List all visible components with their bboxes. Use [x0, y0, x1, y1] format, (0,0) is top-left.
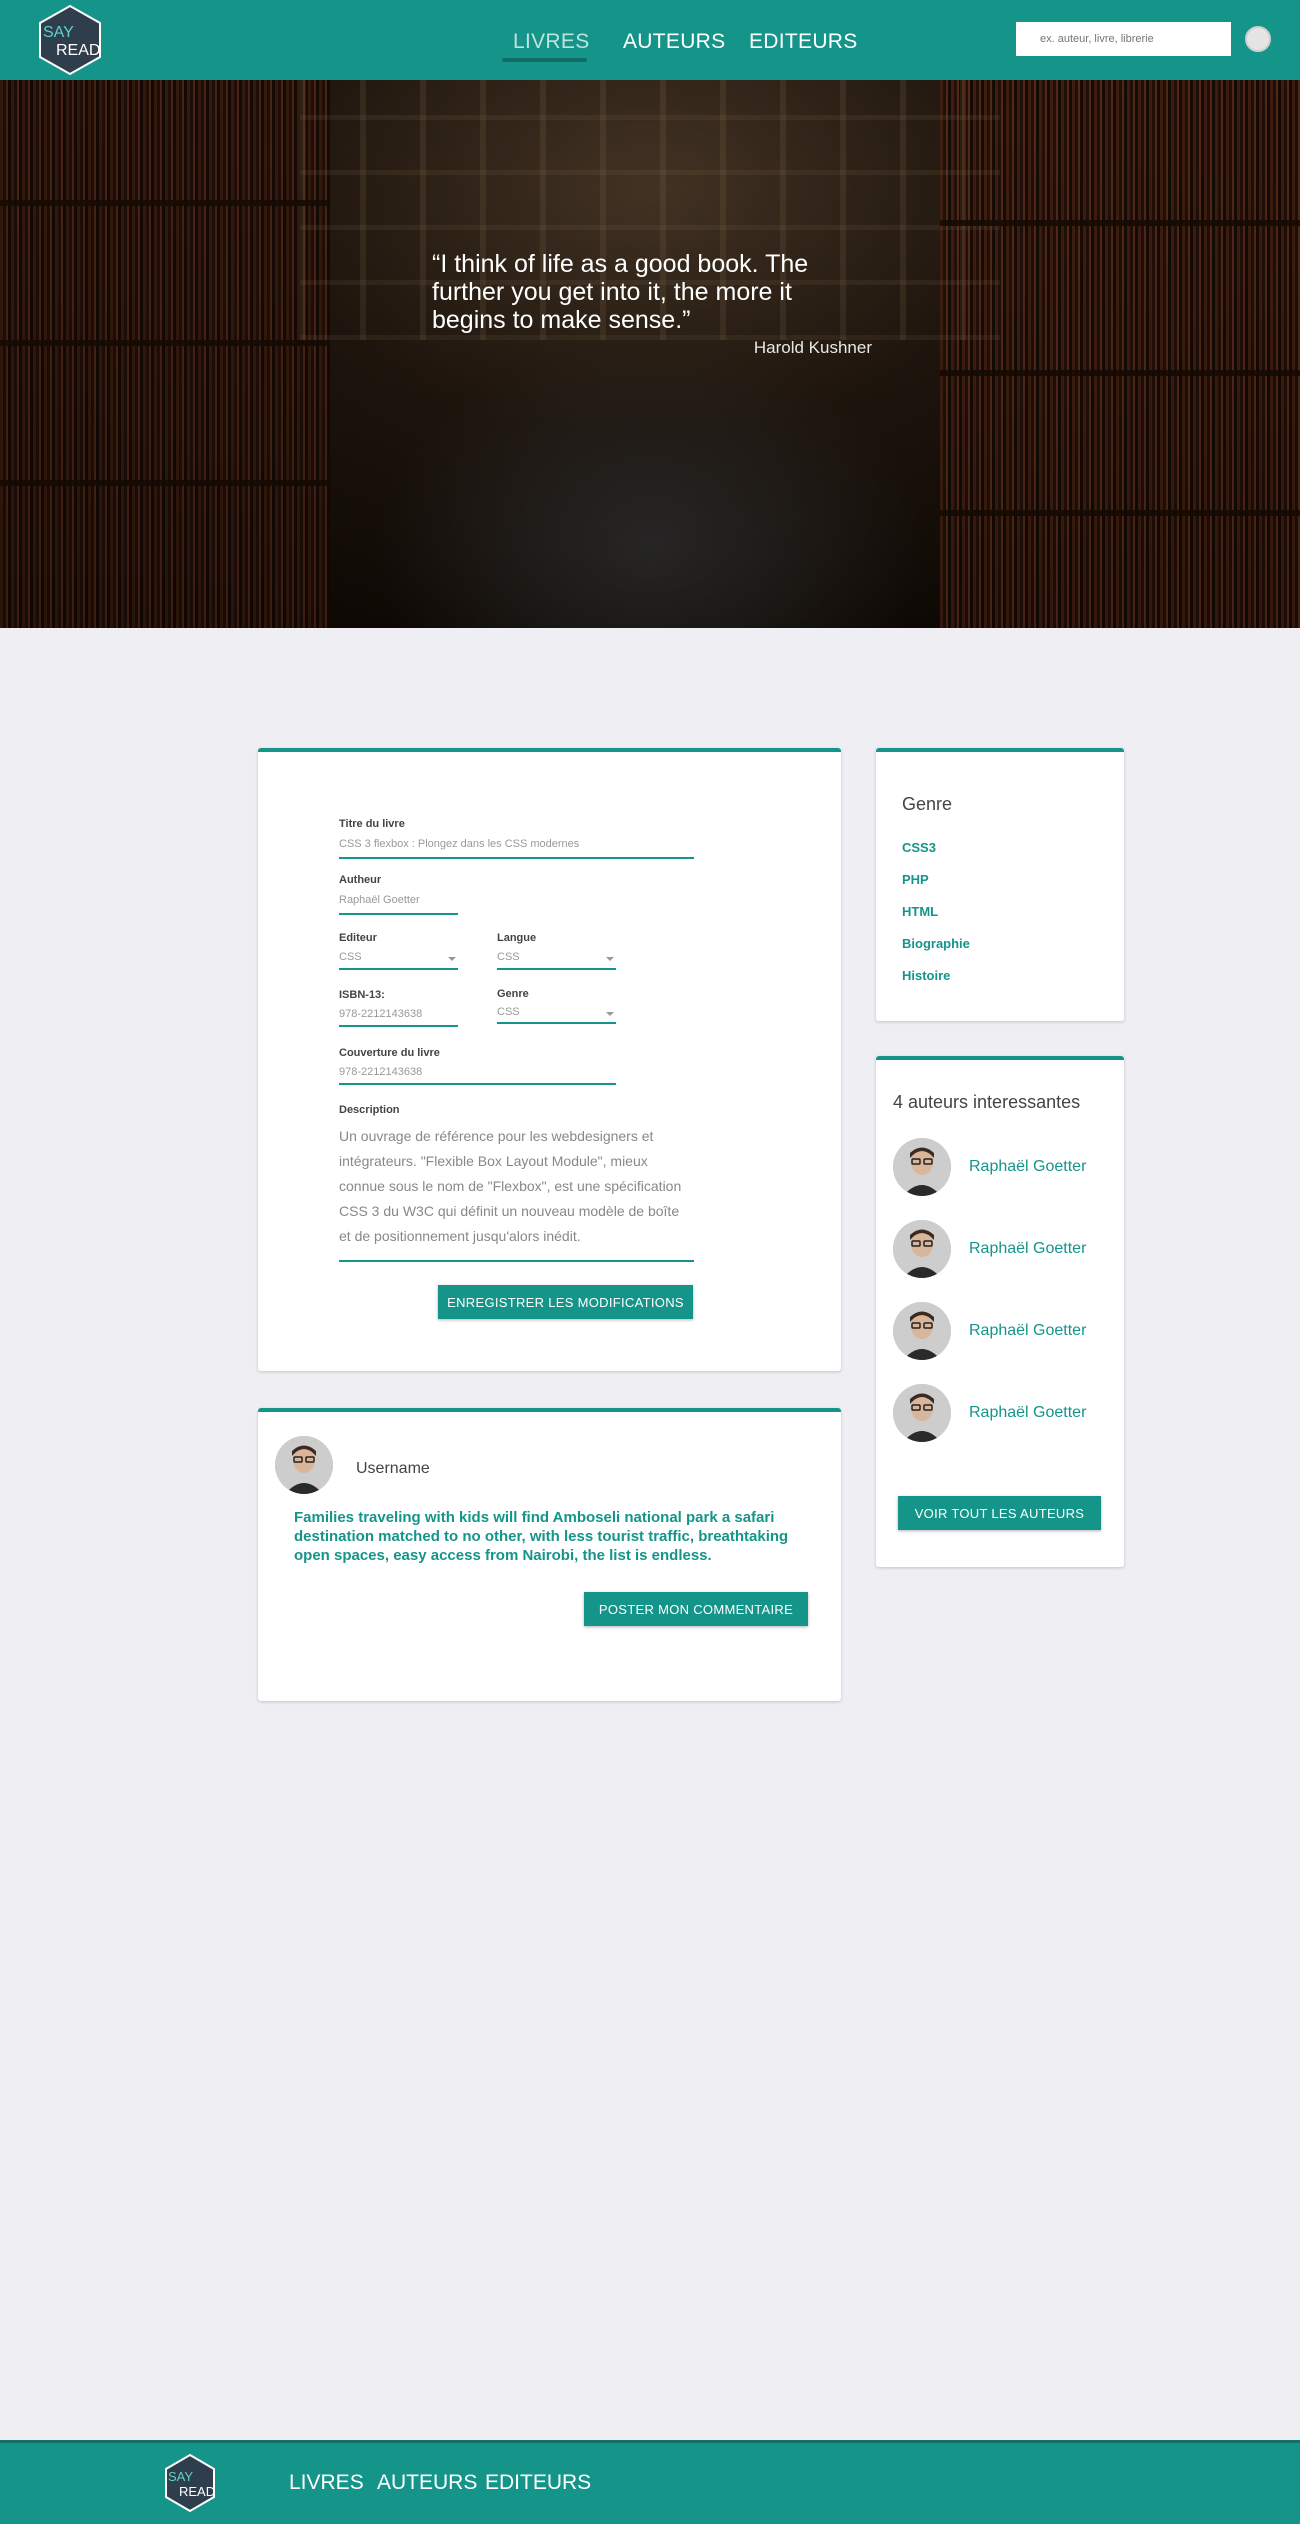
top-navbar: SAY READ LIVRES AUTEURS EDITEURS: [0, 0, 1300, 80]
footer-nav-auteurs[interactable]: AUTEURS: [377, 2471, 477, 2495]
author-link[interactable]: Raphaël Goetter: [969, 1240, 1086, 1258]
search-input[interactable]: [1016, 22, 1231, 56]
isbn-field-underline: [339, 1025, 458, 1027]
see-all-authors-button[interactable]: VOIR TOUT LES AUTEURS: [898, 1496, 1101, 1530]
language-label: Langue: [497, 932, 537, 944]
title-label: Titre du livre: [339, 818, 405, 830]
publisher-select-underline: [339, 968, 458, 970]
comment-username: Username: [356, 1460, 430, 1477]
chevron-down-icon[interactable]: [606, 1012, 614, 1016]
description-label: Description: [339, 1104, 400, 1116]
title-field-underline: [339, 857, 694, 859]
author-avatar-icon: [893, 1302, 951, 1360]
description-textarea[interactable]: Un ouvrage de référence pour les webdesi…: [339, 1124, 694, 1249]
hero-shade: [0, 80, 1300, 628]
author-link[interactable]: Raphaël Goetter: [969, 1404, 1086, 1422]
avatar: [275, 1436, 333, 1494]
genre-sidebar-card: Genre CSS3 PHP HTML Biographie Histoire: [876, 748, 1124, 1021]
isbn-label: ISBN-13:: [339, 989, 385, 1001]
post-comment-button[interactable]: POSTER MON COMMENTAIRE: [584, 1592, 808, 1626]
chevron-down-icon[interactable]: [448, 957, 456, 961]
title-field[interactable]: CSS 3 flexbox : Plongez dans les CSS mod…: [339, 838, 579, 850]
logo-say: SAY: [43, 24, 74, 41]
description-underline: [339, 1260, 694, 1262]
avatar[interactable]: [893, 1220, 951, 1278]
author-link[interactable]: Raphaël Goetter: [969, 1322, 1086, 1340]
logo[interactable]: SAY READ: [37, 4, 103, 76]
cover-field-underline: [339, 1083, 616, 1085]
cover-field[interactable]: 978-2212143638: [339, 1066, 422, 1078]
hero-quote: “I think of life as a good book. The fur…: [432, 250, 809, 334]
authors-title: 4 auteurs interessantes: [893, 1092, 1081, 1112]
nav-active-indicator: [502, 58, 587, 62]
publisher-select[interactable]: CSS: [339, 951, 362, 963]
authors-sidebar-card: 4 auteurs interessantes Raphaël Goetter …: [876, 1056, 1124, 1567]
footer-logo-say: SAY: [168, 2469, 194, 2484]
comment-input[interactable]: Families traveling with kids will find A…: [294, 1508, 814, 1565]
genre-link-biographie[interactable]: Biographie: [902, 936, 970, 951]
footer-nav-editeurs[interactable]: EDITEURS: [485, 2471, 591, 2495]
genre-label: Genre: [497, 988, 529, 1000]
avatar[interactable]: [893, 1384, 951, 1442]
genre-link-php[interactable]: PHP: [902, 872, 929, 887]
avatar[interactable]: [893, 1138, 951, 1196]
genre-link-css3[interactable]: CSS3: [902, 840, 936, 855]
language-select[interactable]: CSS: [497, 951, 520, 963]
genre-select-underline: [497, 1022, 616, 1024]
hero-banner: “I think of life as a good book. The fur…: [0, 80, 1300, 628]
chevron-down-icon[interactable]: [606, 957, 614, 961]
footer: SAY READ LIVRES AUTEURS EDITEURS: [0, 2440, 1300, 2524]
book-edit-card: Titre du livre CSS 3 flexbox : Plongez d…: [258, 748, 841, 1371]
hero-quote-author: Harold Kushner: [753, 338, 872, 357]
cover-label: Couverture du livre: [339, 1047, 440, 1059]
avatar[interactable]: [893, 1302, 951, 1360]
language-select-underline: [497, 968, 616, 970]
isbn-field[interactable]: 978-2212143638: [339, 1008, 422, 1020]
genre-link-histoire[interactable]: Histoire: [902, 968, 950, 983]
user-avatar-icon: [275, 1436, 333, 1494]
author-avatar-icon: [893, 1138, 951, 1196]
author-avatar-icon: [893, 1384, 951, 1442]
genre-select[interactable]: CSS: [497, 1006, 520, 1018]
genre-title: Genre: [902, 794, 953, 814]
logo-read: READ: [56, 42, 101, 59]
author-field[interactable]: Raphaël Goetter: [339, 894, 420, 906]
comment-card: Username Families traveling with kids wi…: [258, 1408, 841, 1701]
author-link[interactable]: Raphaël Goetter: [969, 1158, 1086, 1176]
nav-auteurs[interactable]: AUTEURS: [623, 30, 725, 54]
publisher-label: Editeur: [339, 932, 377, 944]
author-field-underline: [339, 913, 458, 915]
nav-editeurs[interactable]: EDITEURS: [749, 30, 858, 54]
author-label: Autheur: [339, 874, 382, 886]
footer-logo-read: READ: [179, 2484, 216, 2499]
user-menu-icon[interactable]: [1245, 26, 1271, 52]
save-changes-button[interactable]: ENREGISTRER LES MODIFICATIONS: [438, 1285, 693, 1319]
footer-nav-livres[interactable]: LIVRES: [289, 2471, 364, 2495]
footer-logo[interactable]: SAY READ: [163, 2453, 217, 2513]
nav-livres[interactable]: LIVRES: [513, 30, 590, 54]
author-avatar-icon: [893, 1220, 951, 1278]
genre-link-html[interactable]: HTML: [902, 904, 938, 919]
